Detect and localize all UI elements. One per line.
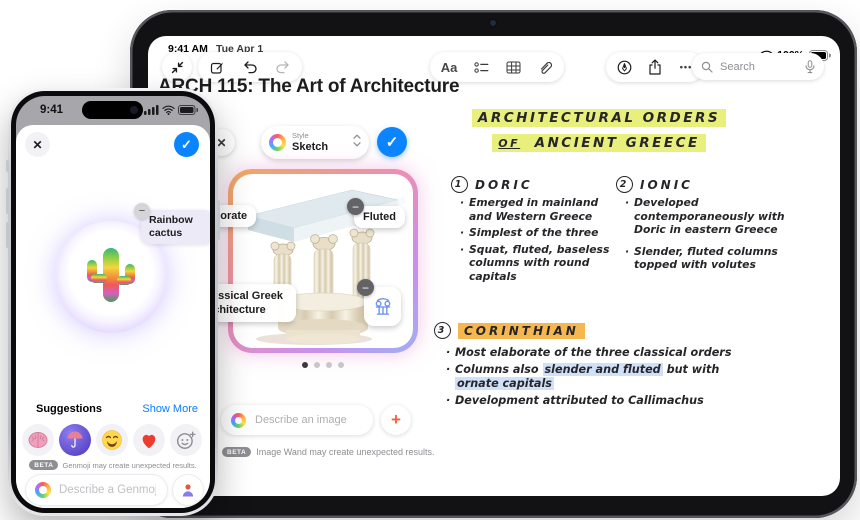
section-doric-heading: 1 DORIC <box>451 176 533 193</box>
dictation-mic-icon[interactable] <box>804 54 816 80</box>
suggestions-row <box>22 424 202 456</box>
iphone-status-time: 9:41 <box>40 104 64 116</box>
iphone-device: 9:41 ✕ ✓ − Rainbow cactus Suggestions Sh… <box>6 88 220 516</box>
search-icon <box>700 54 714 80</box>
minus-icon: − <box>138 205 146 217</box>
heart-icon <box>142 434 156 449</box>
section-corinthian-bullets: Most elaborate of the three classical or… <box>446 346 766 411</box>
page-dot[interactable] <box>302 362 308 368</box>
umbrella-genmoji-button[interactable] <box>59 424 91 456</box>
image-playground-style-icon <box>269 134 286 151</box>
disclaimer-text: Image Wand may create unexpected results… <box>256 447 435 457</box>
apple-intelligence-icon <box>35 482 51 498</box>
section-ionic-bullets: Developed contemporaneously with Doric i… <box>625 196 795 275</box>
mute-switch <box>6 160 9 172</box>
notes-heading-line2: OF ANCIENT GREECE <box>444 134 754 152</box>
show-more-link[interactable]: Show More <box>142 403 198 415</box>
actions-toolbar-group: ••• <box>606 52 704 82</box>
close-icon: ✕ <box>32 137 43 152</box>
person-icon <box>182 483 194 496</box>
table-icon[interactable] <box>500 54 526 80</box>
side-button <box>217 200 220 240</box>
minus-icon: − <box>351 199 359 214</box>
person-genmoji-button[interactable] <box>173 475 203 505</box>
notes-heading-line1: ARCHITECTURAL ORDERS <box>444 109 754 127</box>
page-dot[interactable] <box>314 362 320 368</box>
describe-image-field[interactable] <box>221 405 373 435</box>
describe-image-input[interactable] <box>253 413 363 427</box>
add-genmoji-icon <box>176 430 196 449</box>
markup-icon[interactable] <box>611 54 637 80</box>
chevron-updown-icon <box>353 134 361 152</box>
ipad-device: 9:41 AM Tue Apr 1 100% <box>130 10 857 518</box>
genmoji-disclaimer: BETA Genmoji may create unexpected resul… <box>16 460 210 470</box>
check-icon: ✓ <box>385 134 399 151</box>
dynamic-island <box>82 101 143 119</box>
volume-down-button <box>6 222 9 248</box>
beta-badge: BETA <box>222 447 252 457</box>
suggestions-label: Suggestions <box>36 403 103 415</box>
section-corinthian-heading: 3 CORINTHIAN <box>434 322 585 339</box>
image-wand-confirm-button[interactable]: ✓ <box>377 127 407 157</box>
umbrella-icon <box>67 431 83 448</box>
remove-sketch-reference-button[interactable]: − <box>357 279 374 296</box>
ipad-front-camera-icon <box>490 20 496 26</box>
brain-genmoji-button[interactable] <box>22 424 54 456</box>
laughing-face-icon <box>102 430 122 450</box>
column-sketch-icon <box>375 297 390 315</box>
volume-up-button <box>6 188 9 214</box>
genmoji-sheet: ✕ ✓ − Rainbow cactus Suggestions Show Mo… <box>16 125 210 508</box>
section-ionic-heading: 2 IONIC <box>616 176 693 193</box>
section-doric-bullets: Emerged in mainland and Western Greece S… <box>460 196 612 286</box>
wifi-icon <box>162 105 175 115</box>
genmoji-confirm-button[interactable]: ✓ <box>174 132 199 157</box>
genmoji-prompt-tag[interactable]: Rainbow cactus <box>141 210 210 244</box>
signal-icon <box>144 105 159 115</box>
apple-intelligence-icon <box>231 412 246 428</box>
new-genmoji-button[interactable] <box>170 424 202 456</box>
image-wand-disclaimer: BETA Image Wand may create unexpected re… <box>222 447 434 457</box>
brain-icon <box>28 432 48 448</box>
laughing-genmoji-button[interactable] <box>96 424 128 456</box>
share-icon[interactable] <box>642 54 668 80</box>
check-icon: ✓ <box>181 136 192 152</box>
remove-rainbow-cactus-button[interactable]: − <box>134 203 150 219</box>
front-camera-icon <box>130 106 138 114</box>
disclaimer-text: Genmoji may create unexpected results. <box>62 460 197 470</box>
style-picker[interactable]: Style Sketch <box>261 126 369 159</box>
attachment-icon[interactable] <box>532 54 558 80</box>
plus-icon: + <box>391 410 401 429</box>
page-dot[interactable] <box>326 362 332 368</box>
rainbow-cactus-genmoji <box>87 248 135 302</box>
describe-genmoji-field[interactable] <box>26 475 167 505</box>
minus-icon: − <box>361 280 369 295</box>
heart-genmoji-button[interactable] <box>133 424 165 456</box>
checklist-icon[interactable] <box>468 54 494 80</box>
genmoji-close-button[interactable]: ✕ <box>25 132 50 157</box>
page-dot[interactable] <box>338 362 344 368</box>
iphone-genmoji-screen: 9:41 ✕ ✓ − Rainbow cactus Suggestions Sh… <box>16 96 210 508</box>
beta-badge: BETA <box>29 460 59 470</box>
ipad-notes-app: 9:41 AM Tue Apr 1 100% <box>148 36 840 496</box>
style-value: Sketch <box>292 140 329 153</box>
remove-fluted-button[interactable]: − <box>347 198 364 215</box>
marketing-canvas: 9:41 AM Tue Apr 1 100% <box>0 0 860 520</box>
battery-icon <box>178 105 198 115</box>
image-page-control[interactable] <box>228 362 418 368</box>
add-description-button[interactable]: + <box>381 405 411 435</box>
style-label: Style <box>292 131 309 141</box>
search-input[interactable] <box>718 59 800 74</box>
describe-genmoji-input[interactable] <box>57 483 158 497</box>
search-field[interactable] <box>692 53 824 80</box>
iphone-status-icons <box>144 105 198 115</box>
